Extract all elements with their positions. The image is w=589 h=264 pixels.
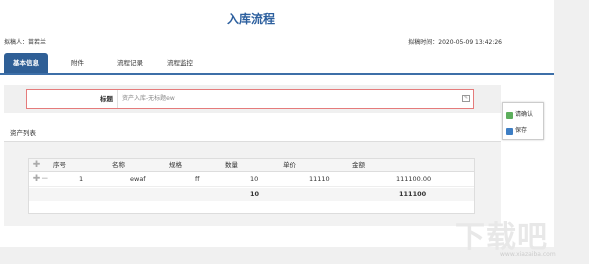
save-icon bbox=[506, 127, 513, 135]
time-value: 2020-05-09 13:42:26 bbox=[438, 39, 502, 46]
save-button[interactable]: 保存 bbox=[506, 125, 527, 137]
main-page: 入库流程 拟稿人：苗若兰 拟稿时间：2020-05-09 13:42:26 基本… bbox=[0, 0, 554, 247]
form-area: 标题 资产入库-无标题ew ✎ bbox=[4, 85, 501, 113]
creator-label: 拟稿人： bbox=[4, 39, 29, 46]
add-row-icon[interactable]: ✚ bbox=[32, 161, 41, 170]
asset-grid-area: ✚ 序号 名称 规格 数量 单价 金额 ✚ − 1 ewaf ff 10 111… bbox=[4, 142, 501, 226]
tab-flow-records[interactable]: 流程记录 bbox=[117, 53, 143, 73]
side-action-panel: 请确认 保存 bbox=[502, 102, 544, 140]
insert-row-icon[interactable]: ✚ bbox=[32, 175, 41, 184]
time-label: 拟稿时间： bbox=[408, 39, 439, 46]
tab-attachments[interactable]: 附件 bbox=[71, 53, 84, 73]
tab-bar: 基本信息 附件 流程记录 流程监控 bbox=[0, 53, 554, 75]
title-field-row: 标题 资产入库-无标题ew ✎ bbox=[26, 89, 474, 109]
time-info: 拟稿时间：2020-05-09 13:42:26 bbox=[408, 37, 502, 46]
delete-row-icon[interactable]: − bbox=[41, 175, 49, 184]
edit-icon[interactable]: ✎ bbox=[462, 95, 470, 102]
table-header: ✚ 序号 名称 规格 数量 单价 金额 bbox=[29, 159, 474, 172]
confirm-label: 请确认 bbox=[515, 111, 534, 118]
tab-flow-monitor[interactable]: 流程监控 bbox=[167, 53, 193, 73]
asset-table: ✚ 序号 名称 规格 数量 单价 金额 ✚ − 1 ewaf ff 10 111… bbox=[28, 158, 475, 214]
title-input[interactable]: 资产入库-无标题ew bbox=[117, 90, 473, 108]
creator-info: 拟稿人：苗若兰 bbox=[4, 37, 46, 46]
table-summary: 10 111100 bbox=[29, 188, 474, 201]
watermark-url: www.xiazaiba.com bbox=[500, 251, 556, 258]
summary-amount: 111100 bbox=[399, 190, 427, 198]
col-qty: 数量 bbox=[225, 161, 238, 169]
col-price: 单价 bbox=[283, 161, 296, 169]
confirm-icon bbox=[506, 111, 513, 119]
row-qty: 10 bbox=[250, 175, 259, 183]
page-title: 入库流程 bbox=[226, 12, 275, 26]
summary-qty: 10 bbox=[250, 190, 260, 198]
watermark-logo: 下载吧 bbox=[455, 220, 548, 255]
creator-value: 苗若兰 bbox=[28, 39, 47, 46]
col-index: 序号 bbox=[53, 161, 66, 169]
col-amount: 金额 bbox=[352, 161, 365, 169]
row-name: ewaf bbox=[130, 175, 146, 183]
row-spec: ff bbox=[195, 175, 200, 183]
title-label: 标题 bbox=[100, 95, 113, 103]
asset-list-header: 资产列表 bbox=[4, 120, 501, 142]
row-amount: 111100.00 bbox=[396, 175, 432, 183]
col-name: 名称 bbox=[112, 161, 125, 169]
col-spec: 规格 bbox=[169, 161, 182, 169]
table-row[interactable]: ✚ − 1 ewaf ff 10 11110 111100.00 bbox=[29, 173, 474, 187]
row-price: 11110 bbox=[309, 175, 330, 183]
tab-basic-info[interactable]: 基本信息 bbox=[4, 53, 48, 73]
save-label: 保存 bbox=[515, 127, 528, 134]
asset-list-title: 资产列表 bbox=[10, 129, 36, 137]
row-index: 1 bbox=[79, 175, 84, 183]
confirm-button[interactable]: 请确认 bbox=[506, 109, 533, 121]
